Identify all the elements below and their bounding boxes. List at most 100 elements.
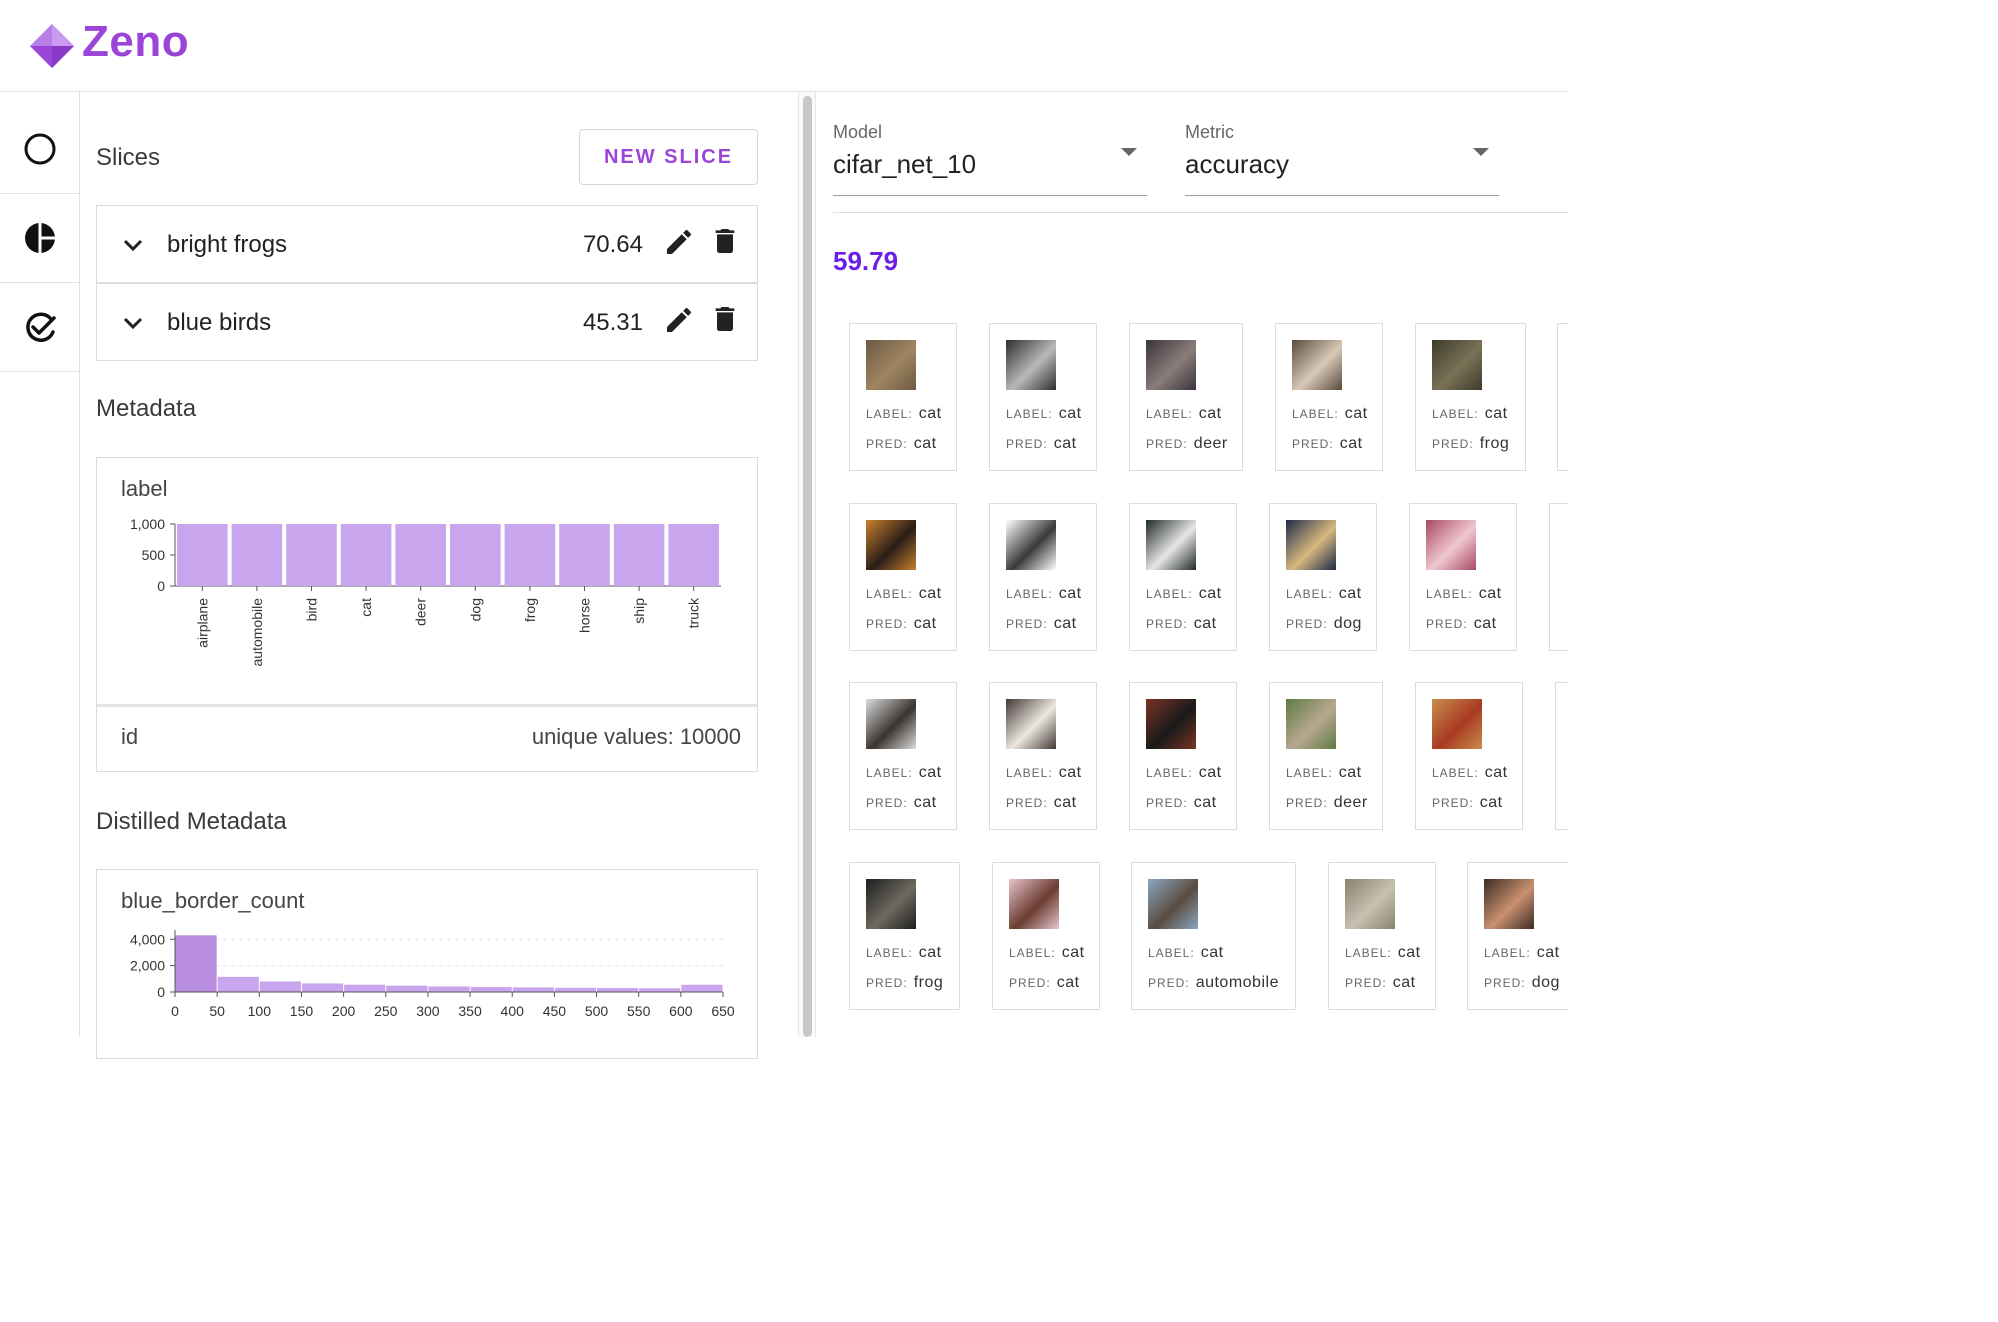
distilled-metadata-title: Distilled Metadata bbox=[96, 808, 287, 835]
trash-icon[interactable] bbox=[709, 302, 741, 336]
new-slice-button[interactable]: NEW SLICE bbox=[579, 129, 758, 185]
instance-card[interactable]: LABEL: cat PRED: frog bbox=[1415, 323, 1526, 471]
instance-card[interactable]: LABEL: cat PRED: cat bbox=[989, 503, 1097, 651]
instance-image bbox=[866, 340, 916, 390]
instance-card[interactable]: LABEL: cat PRED: cat bbox=[1275, 323, 1383, 471]
instance-card[interactable]: LABEL: cat PRED: cat bbox=[989, 682, 1097, 830]
x-tick-label: 350 bbox=[458, 1003, 482, 1019]
instance-prediction-value: dog bbox=[1531, 974, 1560, 991]
instance-card[interactable]: LABEL: cat PRED: cat bbox=[989, 323, 1097, 471]
instance-image bbox=[1146, 520, 1196, 570]
instance-card[interactable]: LABEL: cat PRED: deer bbox=[1269, 682, 1383, 830]
app-header: Zeno bbox=[0, 0, 1568, 92]
instance-prediction-value: frog bbox=[1479, 435, 1510, 452]
rail-home-button[interactable] bbox=[0, 105, 79, 194]
instance-prediction-value: automobile bbox=[1195, 974, 1279, 991]
instance-label: LABEL: cat bbox=[1286, 764, 1362, 782]
instance-card[interactable]: LABEL: cat PRED: automobile bbox=[1131, 862, 1296, 1010]
instance-label: LABEL: cat bbox=[1426, 585, 1502, 603]
instance-label-value: cat bbox=[1198, 405, 1222, 422]
vertical-scrollbar[interactable] bbox=[798, 92, 816, 1037]
instance-prediction-key: PRED: bbox=[1146, 617, 1188, 631]
instance-prediction-value: cat bbox=[1339, 435, 1363, 452]
overall-metric-value: 59.79 bbox=[833, 246, 899, 276]
blue-border-count-histogram[interactable]: 0 2,000 4,000 0 50 100 150 200 250 300 350 400 450 50… bbox=[97, 920, 737, 1030]
slice-row[interactable]: blue birds 45.31 bbox=[96, 283, 758, 361]
bar bbox=[231, 524, 283, 586]
instance-prediction-value: frog bbox=[913, 974, 944, 991]
left-panel: Slices NEW SLICE bright frogs 70.64 blue… bbox=[80, 92, 796, 1059]
instance-image bbox=[1432, 699, 1482, 749]
instance-label-key: LABEL: bbox=[1345, 946, 1392, 960]
instance-prediction-key: PRED: bbox=[1426, 617, 1468, 631]
blue-border-count-title: blue_border_count bbox=[121, 888, 305, 913]
x-tick-label: 100 bbox=[248, 1003, 272, 1019]
id-unique-values: unique values: 10000 bbox=[531, 724, 741, 749]
instance-prediction-value: cat bbox=[1392, 974, 1416, 991]
instance-card[interactable]: LABEL: cat PRED: frog bbox=[849, 862, 960, 1010]
chevron-down-icon[interactable] bbox=[121, 311, 145, 335]
instance-card[interactable]: LABEL: cat PRED: dog bbox=[1269, 503, 1377, 651]
instance-card[interactable] bbox=[1557, 323, 1568, 471]
slices-title: Slices bbox=[96, 144, 161, 171]
pencil-icon[interactable] bbox=[663, 226, 695, 258]
metric-select[interactable]: Metric accuracy bbox=[1185, 120, 1499, 196]
instance-label-value: cat bbox=[918, 764, 942, 781]
instance-card[interactable]: LABEL: cat PRED: cat bbox=[849, 323, 957, 471]
instance-label: LABEL: cat bbox=[866, 585, 942, 603]
instance-image bbox=[1148, 879, 1198, 929]
scrollbar-thumb[interactable] bbox=[803, 96, 812, 1037]
instance-card[interactable]: LABEL: cat PRED: cat bbox=[849, 682, 957, 830]
instance-image bbox=[1426, 520, 1476, 570]
chevron-down-icon[interactable] bbox=[121, 233, 145, 257]
bar bbox=[177, 524, 228, 586]
instance-label: LABEL: cat bbox=[1484, 944, 1560, 962]
instance-card[interactable]: LABEL: cat PRED: cat bbox=[1409, 503, 1517, 651]
x-tick-label: truck bbox=[686, 597, 702, 628]
bar bbox=[217, 976, 259, 992]
y-tick-label: 4,000 bbox=[130, 931, 165, 947]
x-tick-label: 450 bbox=[543, 1003, 567, 1019]
instance-prediction: PRED: dog bbox=[1286, 615, 1362, 633]
instance-label-value: cat bbox=[1484, 764, 1508, 781]
pencil-icon[interactable] bbox=[663, 304, 695, 336]
slice-row[interactable]: bright frogs 70.64 bbox=[96, 205, 758, 283]
instance-label-key: LABEL: bbox=[1432, 407, 1479, 421]
instance-prediction-key: PRED: bbox=[1292, 437, 1334, 451]
instance-label-key: LABEL: bbox=[1432, 766, 1479, 780]
x-tick-label: 250 bbox=[374, 1003, 398, 1019]
instance-image bbox=[1286, 520, 1336, 570]
instance-prediction-key: PRED: bbox=[866, 976, 908, 990]
instance-card[interactable]: LABEL: cat PRED: cat bbox=[1129, 503, 1237, 651]
model-select[interactable]: Model cifar_net_10 bbox=[833, 120, 1147, 196]
instance-card[interactable]: LABEL: cat PRED: cat bbox=[849, 503, 957, 651]
app-title[interactable]: Zeno bbox=[82, 17, 189, 67]
dropdown-arrow-icon bbox=[1473, 148, 1489, 156]
instance-label-value: cat bbox=[1198, 764, 1222, 781]
instance-prediction: PRED: cat bbox=[1006, 794, 1077, 812]
instance-prediction-key: PRED: bbox=[1006, 796, 1048, 810]
rail-report-button[interactable] bbox=[0, 194, 79, 283]
rail-test-button[interactable] bbox=[0, 283, 79, 372]
instance-prediction-key: PRED: bbox=[1006, 437, 1048, 451]
bar bbox=[597, 988, 639, 992]
instance-prediction: PRED: cat bbox=[1009, 974, 1080, 992]
zeno-logo-icon[interactable] bbox=[28, 22, 76, 70]
instance-card[interactable]: LABEL: cat PRED: cat bbox=[1328, 862, 1436, 1010]
instance-prediction-value: cat bbox=[1193, 615, 1217, 632]
metadata-title: Metadata bbox=[96, 395, 197, 422]
instance-card[interactable] bbox=[1549, 503, 1568, 651]
instance-label: LABEL: cat bbox=[1432, 764, 1508, 782]
instance-card[interactable]: LABEL: cat PRED: cat bbox=[992, 862, 1100, 1010]
check-badge-icon bbox=[25, 312, 56, 342]
instance-card[interactable] bbox=[1555, 682, 1568, 830]
instance-card[interactable]: LABEL: cat PRED: cat bbox=[1129, 682, 1237, 830]
instance-label-key: LABEL: bbox=[866, 766, 913, 780]
instance-label-value: cat bbox=[918, 405, 942, 422]
instance-image bbox=[1432, 340, 1482, 390]
instance-card[interactable]: LABEL: cat PRED: deer bbox=[1129, 323, 1243, 471]
instance-card[interactable]: LABEL: cat PRED: cat bbox=[1415, 682, 1523, 830]
bar bbox=[559, 524, 610, 586]
trash-icon[interactable] bbox=[709, 224, 741, 258]
instance-card[interactable]: LABEL: cat PRED: dog bbox=[1467, 862, 1568, 1010]
